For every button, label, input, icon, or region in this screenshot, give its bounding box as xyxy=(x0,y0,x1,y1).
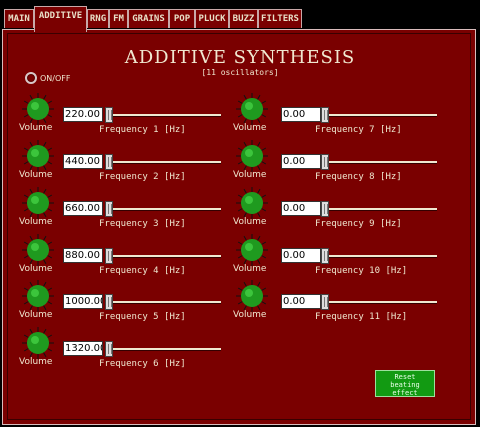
page-title: ADDITIVE SYNTHESIS xyxy=(124,47,356,68)
knob-icon[interactable] xyxy=(235,139,269,173)
frequency-label-6: Frequency 6 [Hz] xyxy=(99,359,186,369)
knob-icon[interactable] xyxy=(21,279,55,313)
frequency-input-3[interactable]: 660.00 xyxy=(63,201,103,216)
onoff-toggle[interactable]: ON/OFF xyxy=(25,72,70,84)
frequency-slider-track-9[interactable] xyxy=(323,208,437,211)
frequency-label-1: Frequency 1 [Hz] xyxy=(99,125,186,135)
radio-icon[interactable] xyxy=(25,72,37,84)
knob-icon[interactable] xyxy=(235,92,269,126)
frequency-input-5[interactable]: 1000.00 xyxy=(63,294,103,309)
frequency-slider-thumb-6[interactable] xyxy=(105,341,113,357)
frequency-slider-thumb-1[interactable] xyxy=(105,107,113,123)
frequency-label-2: Frequency 2 [Hz] xyxy=(99,172,186,182)
frequency-input-7[interactable]: 0.00 xyxy=(281,107,321,122)
frequency-slider-thumb-2[interactable] xyxy=(105,154,113,170)
volume-knob-4[interactable] xyxy=(21,233,55,267)
frequency-slider-track-11[interactable] xyxy=(323,301,437,304)
volume-label-5: Volume xyxy=(19,310,53,320)
frequency-slider-track-3[interactable] xyxy=(107,208,221,211)
reset-label-line2: beating xyxy=(390,381,420,389)
additive-panel: ADDITIVE SYNTHESIS [11 oscillators] ON/O… xyxy=(2,29,476,425)
volume-label-8: Volume xyxy=(233,170,267,180)
frequency-input-1[interactable]: 220.00 xyxy=(63,107,103,122)
frequency-slider-thumb-11[interactable] xyxy=(321,294,329,310)
frequency-label-3: Frequency 3 [Hz] xyxy=(99,219,186,229)
frequency-label-7: Frequency 7 [Hz] xyxy=(315,125,402,135)
frequency-slider-thumb-10[interactable] xyxy=(321,248,329,264)
volume-knob-9[interactable] xyxy=(235,186,269,220)
knob-icon[interactable] xyxy=(21,139,55,173)
tab-filters[interactable]: FILTERS xyxy=(258,9,302,28)
knob-icon[interactable] xyxy=(21,326,55,360)
tab-fm[interactable]: FM xyxy=(109,9,128,28)
volume-label-11: Volume xyxy=(233,310,267,320)
frequency-input-9[interactable]: 0.00 xyxy=(281,201,321,216)
knob-icon[interactable] xyxy=(235,233,269,267)
frequency-slider-track-4[interactable] xyxy=(107,255,221,258)
tab-main[interactable]: MAIN xyxy=(4,9,34,28)
tab-pop[interactable]: POP xyxy=(169,9,195,28)
volume-knob-11[interactable] xyxy=(235,279,269,313)
volume-knob-2[interactable] xyxy=(21,139,55,173)
volume-label-3: Volume xyxy=(19,217,53,227)
frequency-label-11: Frequency 11 [Hz] xyxy=(315,312,408,322)
frequency-label-10: Frequency 10 [Hz] xyxy=(315,266,408,276)
frequency-slider-thumb-4[interactable] xyxy=(105,248,113,264)
frequency-label-5: Frequency 5 [Hz] xyxy=(99,312,186,322)
frequency-input-6[interactable]: 1320.00 xyxy=(63,341,103,356)
frequency-slider-thumb-5[interactable] xyxy=(105,294,113,310)
frequency-slider-track-6[interactable] xyxy=(107,348,221,351)
page-subtitle: [11 oscillators] xyxy=(201,68,279,77)
reset-label-line3: effect xyxy=(392,389,418,397)
volume-label-2: Volume xyxy=(19,170,53,180)
frequency-label-8: Frequency 8 [Hz] xyxy=(315,172,402,182)
frequency-input-2[interactable]: 440.00 xyxy=(63,154,103,169)
knob-icon[interactable] xyxy=(235,186,269,220)
volume-knob-1[interactable] xyxy=(21,92,55,126)
volume-knob-7[interactable] xyxy=(235,92,269,126)
frequency-slider-thumb-8[interactable] xyxy=(321,154,329,170)
tab-bar: MAIN ADDITIVE RNG FM GRAINS POP PLUCK BU… xyxy=(0,0,480,32)
volume-label-7: Volume xyxy=(233,123,267,133)
tab-pluck[interactable]: PLUCK xyxy=(195,9,229,28)
knob-icon[interactable] xyxy=(21,233,55,267)
tab-grains[interactable]: GRAINS xyxy=(128,9,169,28)
reset-beating-button[interactable]: Reset beating effect xyxy=(375,370,435,397)
volume-label-10: Volume xyxy=(233,264,267,274)
frequency-slider-track-8[interactable] xyxy=(323,161,437,164)
frequency-slider-thumb-3[interactable] xyxy=(105,201,113,217)
tab-buzz[interactable]: BUZZ xyxy=(229,9,258,28)
tab-rng[interactable]: RNG xyxy=(87,9,109,28)
knob-icon[interactable] xyxy=(21,186,55,220)
frequency-input-8[interactable]: 0.00 xyxy=(281,154,321,169)
volume-label-1: Volume xyxy=(19,123,53,133)
knob-icon[interactable] xyxy=(21,92,55,126)
reset-label-line1: Reset xyxy=(394,373,416,381)
volume-knob-8[interactable] xyxy=(235,139,269,173)
onoff-label: ON/OFF xyxy=(40,73,71,83)
knob-icon[interactable] xyxy=(235,279,269,313)
frequency-slider-thumb-9[interactable] xyxy=(321,201,329,217)
frequency-slider-thumb-7[interactable] xyxy=(321,107,329,123)
frequency-slider-track-1[interactable] xyxy=(107,114,221,117)
volume-knob-5[interactable] xyxy=(21,279,55,313)
volume-label-6: Volume xyxy=(19,357,53,367)
frequency-slider-track-5[interactable] xyxy=(107,301,221,304)
volume-knob-6[interactable] xyxy=(21,326,55,360)
frequency-label-4: Frequency 4 [Hz] xyxy=(99,266,186,276)
volume-knob-3[interactable] xyxy=(21,186,55,220)
frequency-slider-track-7[interactable] xyxy=(323,114,437,117)
frequency-slider-track-10[interactable] xyxy=(323,255,437,258)
frequency-label-9: Frequency 9 [Hz] xyxy=(315,219,402,229)
volume-knob-10[interactable] xyxy=(235,233,269,267)
frequency-input-4[interactable]: 880.00 xyxy=(63,248,103,263)
frequency-slider-track-2[interactable] xyxy=(107,161,221,164)
volume-label-4: Volume xyxy=(19,264,53,274)
volume-label-9: Volume xyxy=(233,217,267,227)
frequency-input-10[interactable]: 0.00 xyxy=(281,248,321,263)
frequency-input-11[interactable]: 0.00 xyxy=(281,294,321,309)
tab-additive[interactable]: ADDITIVE xyxy=(34,6,87,32)
